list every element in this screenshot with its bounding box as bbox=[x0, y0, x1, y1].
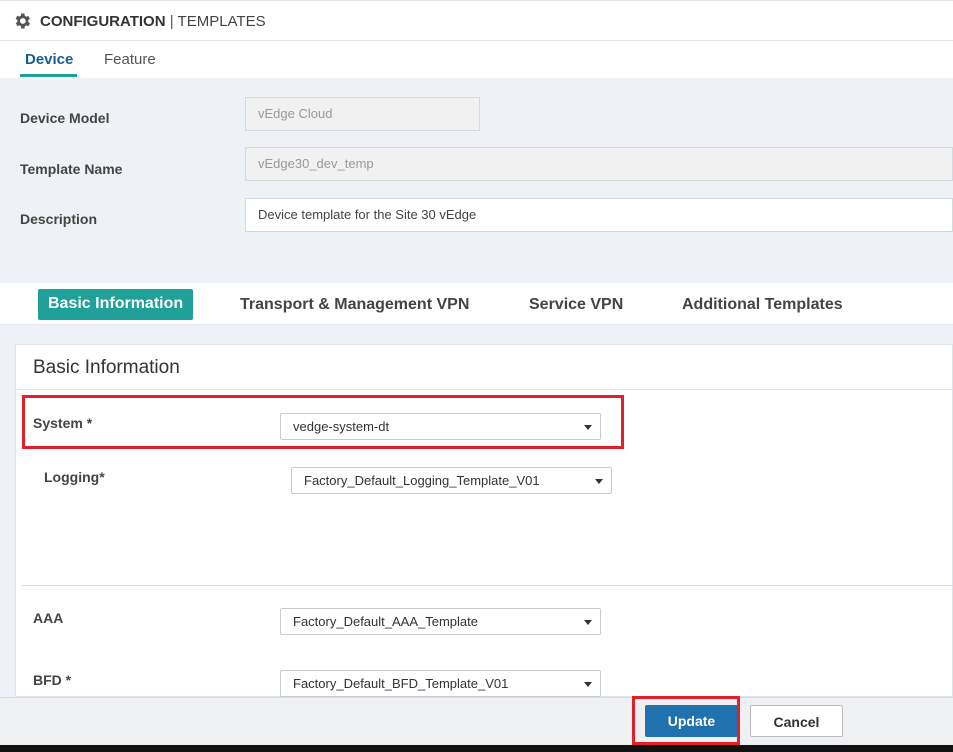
bfd-template-select[interactable]: Factory_Default_BFD_Template_V01 bbox=[280, 670, 601, 697]
gear-icon bbox=[15, 13, 31, 29]
caret-down-icon bbox=[595, 479, 603, 484]
page-title-sub: TEMPLATES bbox=[177, 13, 266, 30]
device-model-label: Device Model bbox=[20, 110, 110, 126]
logging-template-value: Factory_Default_Logging_Template_V01 bbox=[304, 473, 540, 488]
logging-template-select[interactable]: Factory_Default_Logging_Template_V01 bbox=[291, 467, 612, 494]
aaa-label: AAA bbox=[33, 610, 64, 626]
page-title-main: CONFIGURATION bbox=[40, 13, 166, 30]
top-bar: CONFIGURATION | TEMPLATES bbox=[0, 0, 953, 41]
page-title: CONFIGURATION | TEMPLATES bbox=[40, 13, 266, 30]
template-type-tabs: Device Feature bbox=[0, 41, 953, 78]
caret-down-icon bbox=[584, 620, 592, 625]
logging-label: Logging* bbox=[44, 469, 105, 485]
section-tabs: Basic Information Transport & Management… bbox=[0, 283, 953, 325]
aaa-template-value: Factory_Default_AAA_Template bbox=[293, 614, 478, 629]
bfd-label: BFD * bbox=[33, 672, 72, 688]
device-model-field: vEdge Cloud bbox=[245, 97, 480, 131]
tab-device[interactable]: Device bbox=[25, 51, 73, 68]
cancel-button[interactable]: Cancel bbox=[750, 705, 843, 737]
bottom-edge-bar bbox=[0, 745, 953, 752]
page-title-separator: | bbox=[169, 13, 174, 30]
template-name-field: vEdge30_dev_temp bbox=[245, 147, 953, 181]
caret-down-icon bbox=[584, 682, 592, 687]
active-tab-indicator bbox=[20, 74, 77, 77]
description-label: Description bbox=[20, 211, 98, 227]
aaa-template-select[interactable]: Factory_Default_AAA_Template bbox=[280, 608, 601, 635]
tab-additional-templates[interactable]: Additional Templates bbox=[682, 296, 843, 314]
highlight-box-system bbox=[22, 395, 624, 449]
tab-service-vpn[interactable]: Service VPN bbox=[529, 296, 623, 314]
tab-transport-management-vpn[interactable]: Transport & Management VPN bbox=[240, 296, 469, 314]
bfd-template-value: Factory_Default_BFD_Template_V01 bbox=[293, 676, 509, 691]
tab-feature[interactable]: Feature bbox=[104, 51, 156, 68]
card-divider bbox=[17, 389, 953, 390]
section-divider bbox=[22, 585, 953, 586]
description-field[interactable]: Device template for the Site 30 vEdge bbox=[245, 198, 953, 232]
template-name-label: Template Name bbox=[20, 161, 123, 177]
tab-basic-information[interactable]: Basic Information bbox=[38, 289, 194, 320]
highlight-box-update bbox=[632, 696, 740, 745]
basic-information-title: Basic Information bbox=[33, 357, 180, 378]
